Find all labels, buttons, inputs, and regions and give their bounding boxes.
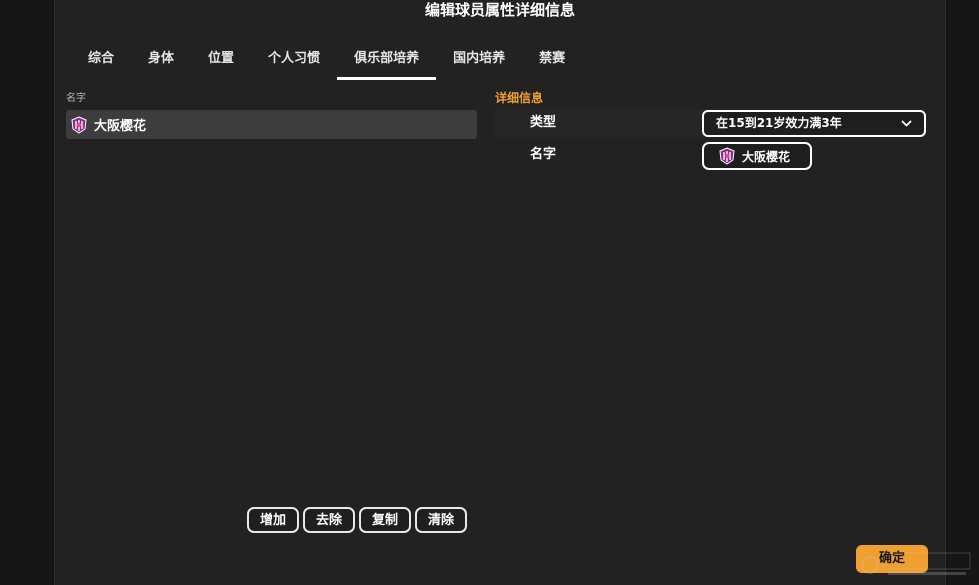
- details-section-title: 详细信息: [495, 91, 544, 105]
- name-label: 名字: [530, 147, 557, 162]
- list-item-label: 大阪樱花: [94, 119, 147, 134]
- list-column-header: 名字: [66, 93, 86, 104]
- confirm-button[interactable]: 确定: [856, 545, 928, 573]
- tab-habits[interactable]: 个人习惯: [251, 42, 337, 80]
- type-label: 类型: [530, 115, 557, 130]
- clear-button[interactable]: 清除: [415, 507, 468, 533]
- tab-physical[interactable]: 身体: [131, 42, 191, 80]
- remove-button[interactable]: 去除: [303, 507, 356, 533]
- copy-button[interactable]: 复制: [359, 507, 412, 533]
- detail-row-type: 类型 在15到21岁效力满3年: [495, 109, 926, 137]
- dialog-title: 编辑球员属性详细信息: [424, 1, 575, 19]
- detail-row-name: 名字 大阪樱花: [495, 141, 925, 170]
- tab-bar: 综合 身体 位置 个人习惯 俱乐部培养 国内培养 禁赛: [71, 42, 582, 80]
- list-item[interactable]: 大阪樱花: [66, 110, 477, 139]
- tab-club-trained[interactable]: 俱乐部培养: [337, 42, 437, 80]
- tab-general[interactable]: 综合: [71, 42, 131, 80]
- tab-bans[interactable]: 禁赛: [522, 42, 582, 80]
- list-actions: 增加 去除 复制 清除: [247, 507, 468, 533]
- tab-nation-trained[interactable]: 国内培养: [436, 42, 522, 80]
- club-crest-icon: [719, 147, 735, 165]
- club-picker-button[interactable]: 大阪樱花: [702, 142, 812, 170]
- backdrop-right: [944, 0, 979, 585]
- club-crest-icon: [71, 115, 87, 134]
- chevron-down-icon: [901, 120, 912, 127]
- edit-player-attributes-dialog: 编辑球员属性详细信息 综合 身体 位置 个人习惯 俱乐部培养 国内培养 禁赛 名…: [54, 0, 946, 585]
- club-list: 大阪樱花: [66, 110, 477, 139]
- type-dropdown-value: 在15到21岁效力满3年: [716, 116, 842, 130]
- club-picker-label: 大阪樱花: [742, 149, 791, 164]
- type-dropdown[interactable]: 在15到21岁效力满3年: [702, 110, 926, 137]
- tab-position[interactable]: 位置: [191, 42, 251, 80]
- backdrop-left: [0, 0, 54, 585]
- add-button[interactable]: 增加: [247, 507, 300, 533]
